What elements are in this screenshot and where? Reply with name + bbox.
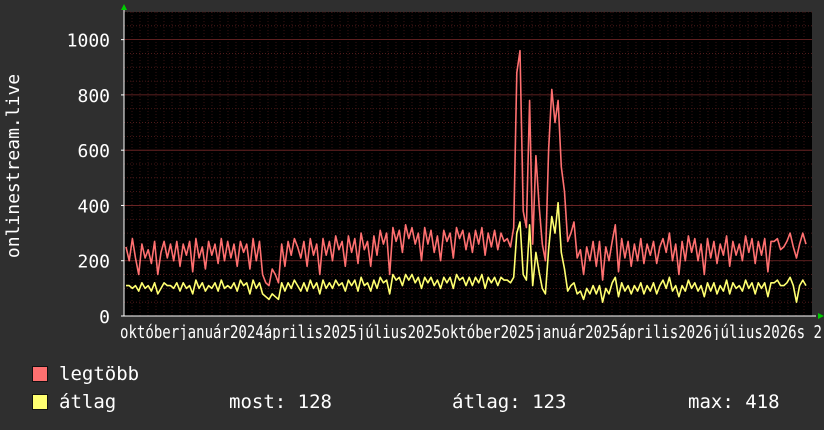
y-tick-labels: 0 200 400 600 800 1000 — [67, 31, 110, 328]
x-axis-arrow-icon — [818, 313, 824, 319]
legend-label-max: legtöbb — [59, 363, 140, 385]
x-tick-labels: októberjanuár2024április2025július2025ok… — [120, 322, 822, 340]
legend-label-avg: átlag — [59, 391, 117, 413]
y-tick-label: 0 — [99, 307, 110, 328]
y-tick-label: 600 — [77, 141, 110, 162]
chart-svg: 0 200 400 600 800 1000 októberjanuár2024ápril… — [3, 4, 824, 340]
y-tick-label: 800 — [77, 86, 110, 107]
y-axis-label: onlinestream.live — [3, 74, 24, 258]
y-tick-label: 1000 — [67, 31, 110, 52]
y-tick-label: 400 — [77, 196, 110, 217]
legend-swatch-max — [32, 366, 48, 382]
legend-swatch-avg — [32, 394, 48, 410]
stat-current: most: 128 — [229, 391, 332, 413]
y-axis-arrow-icon — [121, 4, 127, 10]
stat-max: max: 418 — [688, 391, 780, 413]
stat-average: átlag: 123 — [452, 391, 567, 413]
y-tick-label: 200 — [77, 252, 110, 273]
